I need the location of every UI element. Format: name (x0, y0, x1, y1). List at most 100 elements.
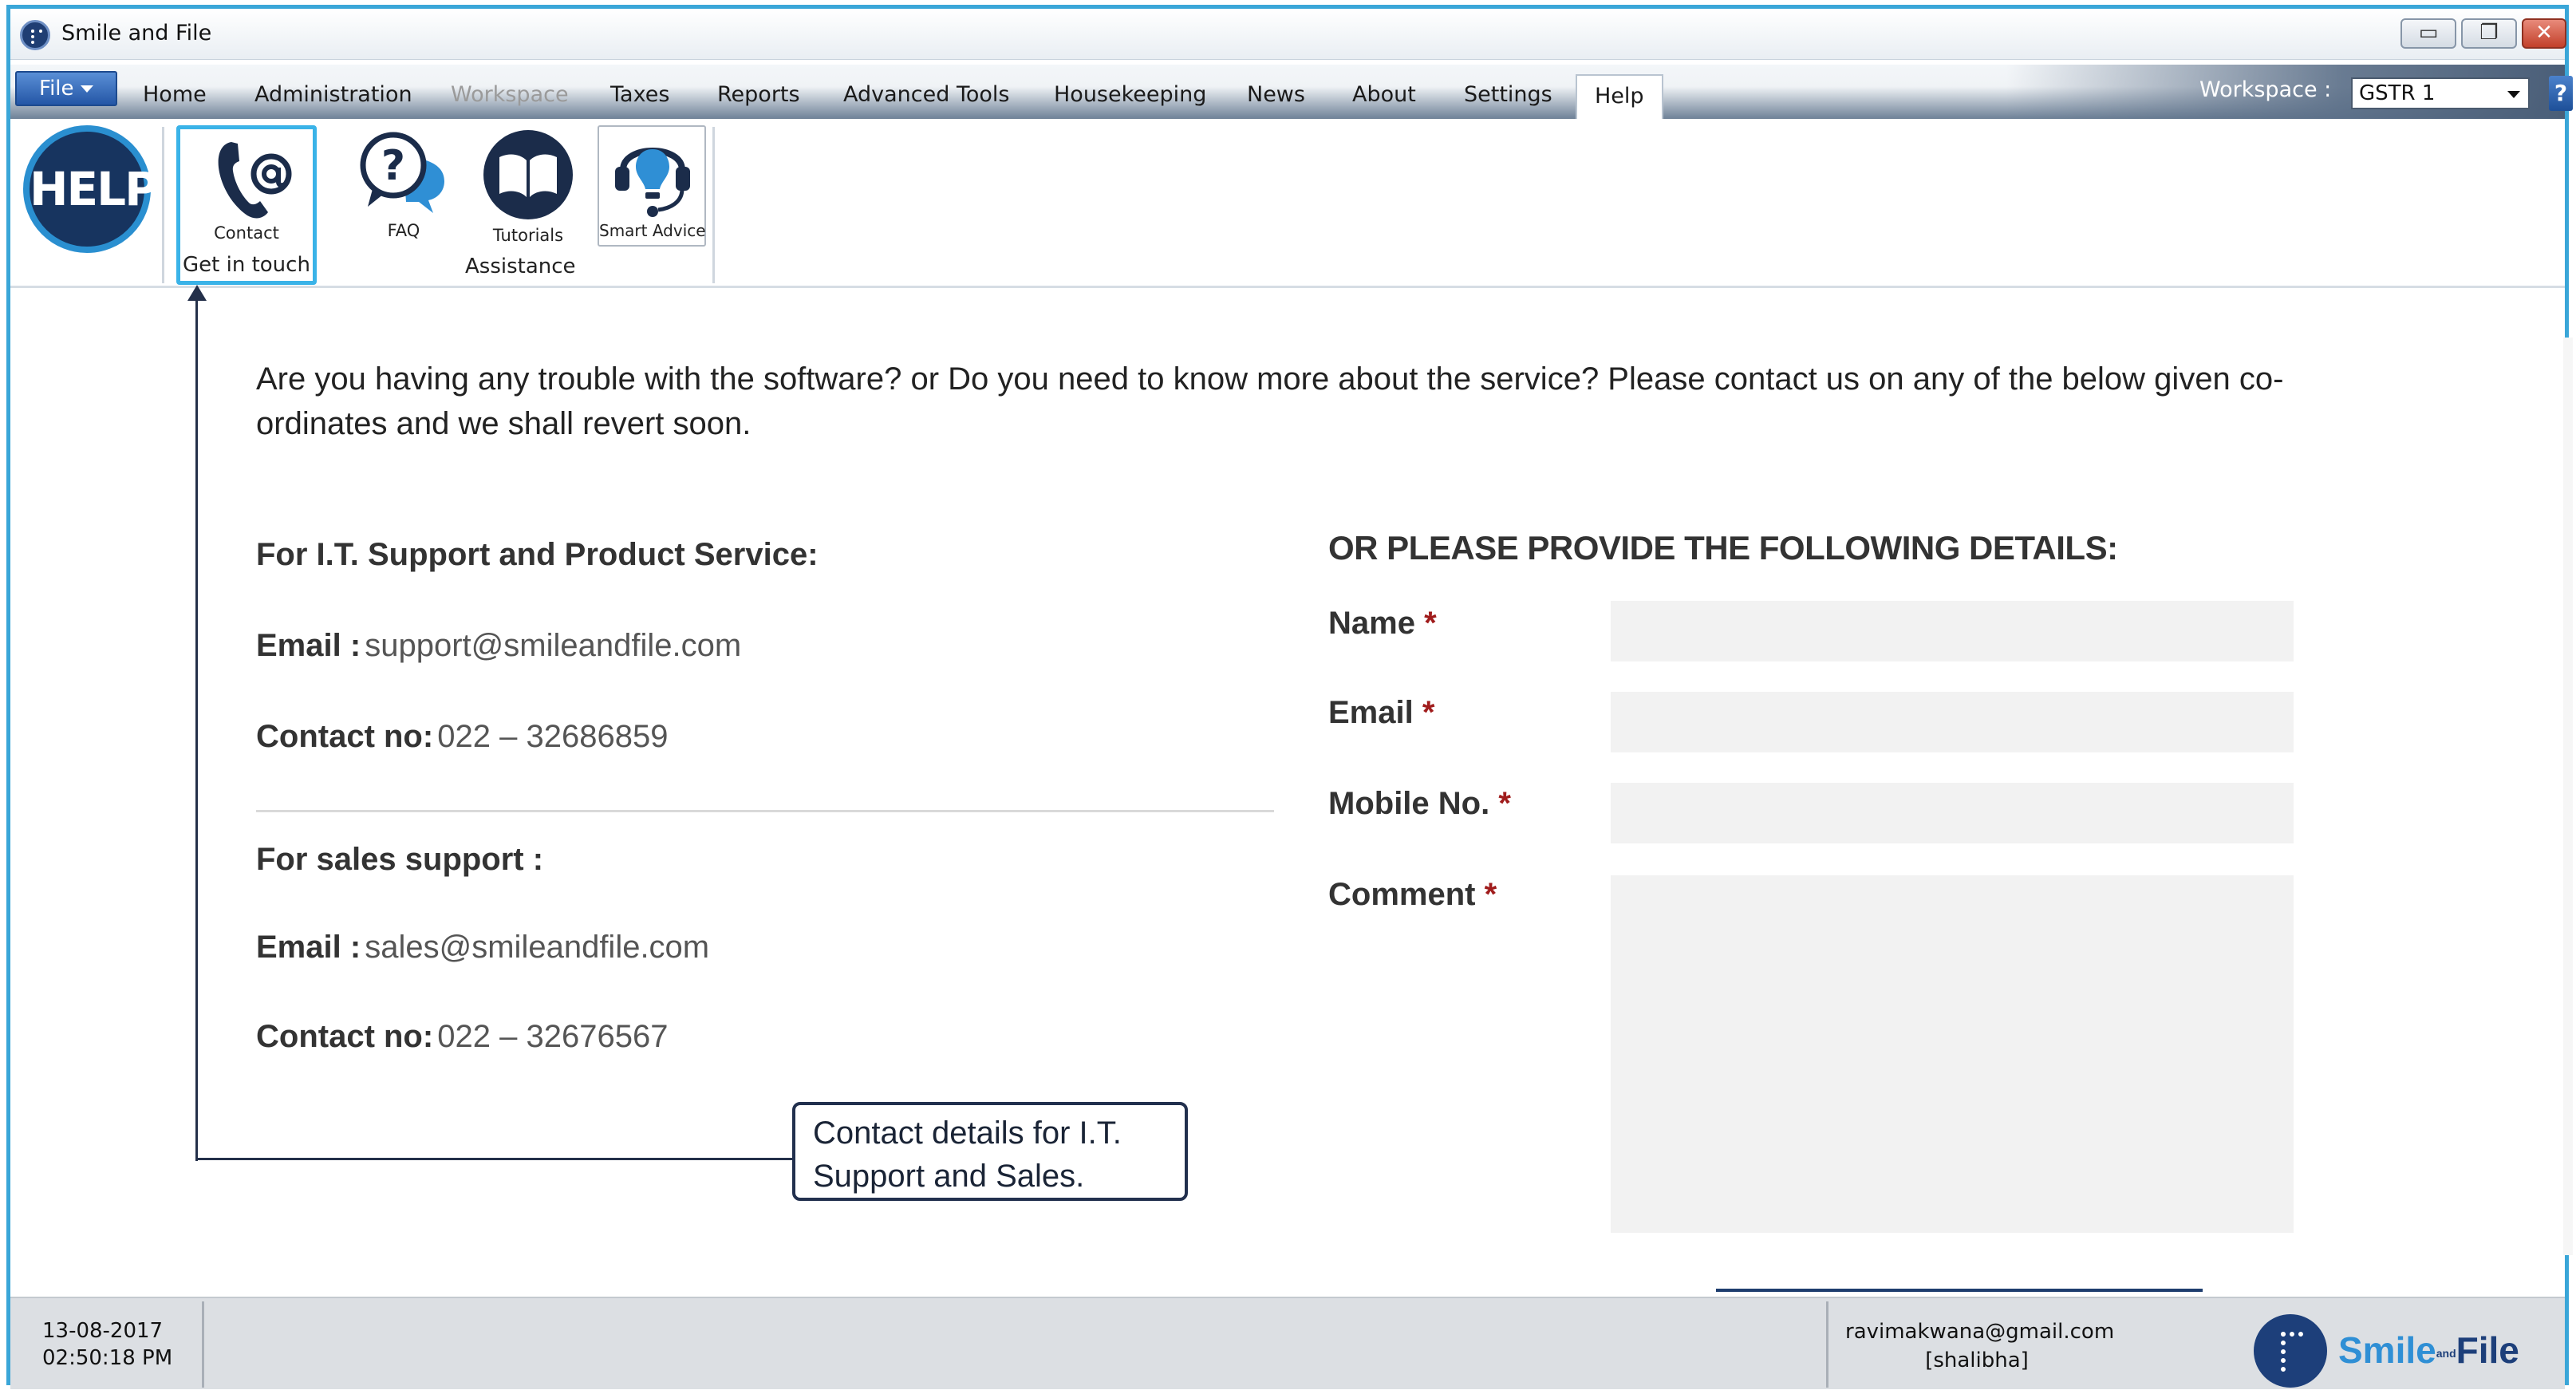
close-button[interactable]: ✕ (2522, 18, 2566, 49)
status-bar: 13-08-2017 02:50:18 PM ravimakwana@gmail… (10, 1297, 2565, 1389)
workspace-label: Workspace : (2199, 77, 2332, 102)
group-assistance-label: Assistance (465, 255, 576, 278)
status-date: 13-08-2017 (42, 1319, 164, 1343)
menu-home[interactable]: Home (143, 82, 207, 107)
user-name: [shalibha] (1925, 1349, 2029, 1372)
mobile-input[interactable] (1611, 783, 2294, 843)
comment-textarea[interactable] (1611, 875, 2294, 1233)
callout-connector-vertical (195, 291, 198, 1161)
app-logo-icon (20, 20, 50, 50)
sales-email-value[interactable]: sales@smileandfile.com (365, 930, 709, 965)
contact-label: Contact (214, 223, 279, 243)
mobile-label-text: Mobile No. (1328, 786, 1490, 821)
menu-help[interactable]: Help (1576, 74, 1663, 120)
menu-workspace[interactable]: Workspace (451, 82, 569, 107)
ribbon-separator (162, 127, 164, 283)
it-email-label: Email : (256, 628, 361, 663)
contact-panel: Are you having any trouble with the soft… (10, 285, 2573, 1297)
brand-wordmark: SmileandFile (2338, 1329, 2519, 1372)
status-user: ravimakwana@gmail.com [shalibha] (1845, 1317, 2115, 1375)
sales-contact-row: Contact no: 022 – 32676567 (256, 1019, 668, 1055)
email-label: Email * (1328, 695, 1434, 731)
faq-chat-icon: ? (360, 132, 444, 213)
chevron-down-icon (80, 85, 93, 93)
ribbon-separator (712, 127, 715, 283)
window-title: Smile and File (61, 21, 212, 45)
status-separator (1826, 1301, 1828, 1388)
svg-text:?: ? (381, 142, 405, 190)
sales-contact-label: Contact no: (256, 1019, 434, 1054)
headset-bulb-icon (615, 148, 690, 217)
help-question-icon[interactable]: ? (2549, 76, 2573, 111)
menu-about[interactable]: About (1352, 82, 1416, 107)
status-time: 02:50:18 PM (42, 1346, 173, 1370)
menu-taxes[interactable]: Taxes (610, 82, 669, 107)
help-logo: HELP (23, 125, 159, 253)
mobile-label: Mobile No. * (1328, 786, 1511, 822)
email-input[interactable] (1611, 692, 2294, 752)
brand-smile: Smile (2338, 1329, 2436, 1371)
menu-settings[interactable]: Settings (1464, 82, 1552, 107)
callout-connector-horizontal (195, 1158, 795, 1160)
sales-contact-value: 022 – 32676567 (437, 1019, 669, 1054)
brand-and: and (2436, 1346, 2456, 1360)
sales-support-heading: For sales support : (256, 842, 544, 877)
brand-file: File (2456, 1329, 2519, 1371)
menu-housekeeping[interactable]: Housekeeping (1054, 82, 1206, 107)
arrow-up-icon (187, 285, 207, 301)
menu-administration[interactable]: Administration (254, 82, 412, 107)
menu-reports[interactable]: Reports (717, 82, 800, 107)
form-submit-bar (1716, 1289, 2203, 1292)
required-mark: * (1422, 695, 1435, 730)
smart-advice-ribbon-button[interactable]: Smart Advice (598, 125, 706, 247)
name-label-text: Name (1328, 606, 1415, 641)
sales-email-row: Email : sales@smileandfile.com (256, 930, 709, 965)
status-datetime: 13-08-2017 02:50:18 PM (42, 1317, 172, 1372)
smart-advice-label: Smart Advice (599, 221, 706, 240)
it-email-value[interactable]: support@smileandfile.com (365, 628, 741, 663)
name-label: Name * (1328, 606, 1437, 642)
it-support-heading: For I.T. Support and Product Service: (256, 537, 819, 572)
menu-news[interactable]: News (1247, 82, 1305, 107)
group-get-in-touch-label: Get in touch (183, 253, 310, 277)
callout-note: Contact details for I.T. Support and Sal… (792, 1102, 1188, 1201)
help-ribbon: HELP Contact Get in touch ? FAQ Tutorial… (10, 119, 2565, 288)
faq-ribbon-button[interactable]: ? FAQ (352, 125, 456, 245)
name-input[interactable] (1611, 601, 2294, 661)
tutorials-ribbon-button[interactable]: Tutorials (475, 125, 582, 245)
required-mark: * (1424, 606, 1437, 641)
menu-advanced-tools[interactable]: Advanced Tools (843, 82, 1009, 107)
it-contact-value: 022 – 32686859 (437, 719, 669, 754)
status-separator (202, 1301, 204, 1388)
required-mark: * (1498, 786, 1511, 821)
comment-label: Comment * (1328, 877, 1497, 913)
tutorials-label: Tutorials (492, 226, 564, 245)
brand-logo-icon (2254, 1314, 2327, 1388)
phone-at-icon (218, 142, 292, 219)
file-menu-label: File (39, 77, 74, 101)
form-title: OR PLEASE PROVIDE THE FOLLOWING DETAILS: (1328, 529, 2118, 567)
app-screen: Smile and File ▭ ❐ ✕ File Home Administr… (0, 0, 2576, 1390)
intro-text: Are you having any trouble with the soft… (256, 361, 2284, 441)
workspace-select[interactable]: GSTR 1 (2351, 77, 2530, 109)
sales-email-label: Email : (256, 930, 361, 965)
it-email-row: Email : support@smileandfile.com (256, 628, 741, 664)
comment-label-text: Comment (1328, 877, 1476, 912)
email-label-text: Email (1328, 695, 1414, 730)
vertical-scrollbar[interactable] (2563, 338, 2573, 1255)
it-contact-row: Contact no: 022 – 32686859 (256, 719, 668, 755)
user-email: ravimakwana@gmail.com (1845, 1320, 2115, 1344)
minimize-button[interactable]: ▭ (2400, 18, 2456, 49)
file-menu-button[interactable]: File (15, 71, 117, 106)
workspace-select-value: GSTR 1 (2359, 81, 2436, 105)
title-bar: Smile and File ▭ ❐ ✕ (10, 9, 2566, 60)
it-contact-label: Contact no: (256, 719, 434, 754)
section-divider (256, 810, 1274, 812)
chevron-down-icon (2507, 91, 2520, 98)
app-window: Smile and File ▭ ❐ ✕ File Home Administr… (6, 5, 2573, 1389)
book-icon (483, 130, 573, 219)
required-mark: * (1484, 877, 1497, 912)
menu-bar: File Home Administration Workspace Taxes… (10, 65, 2573, 120)
restore-button[interactable]: ❐ (2461, 18, 2517, 49)
faq-label: FAQ (387, 221, 420, 240)
